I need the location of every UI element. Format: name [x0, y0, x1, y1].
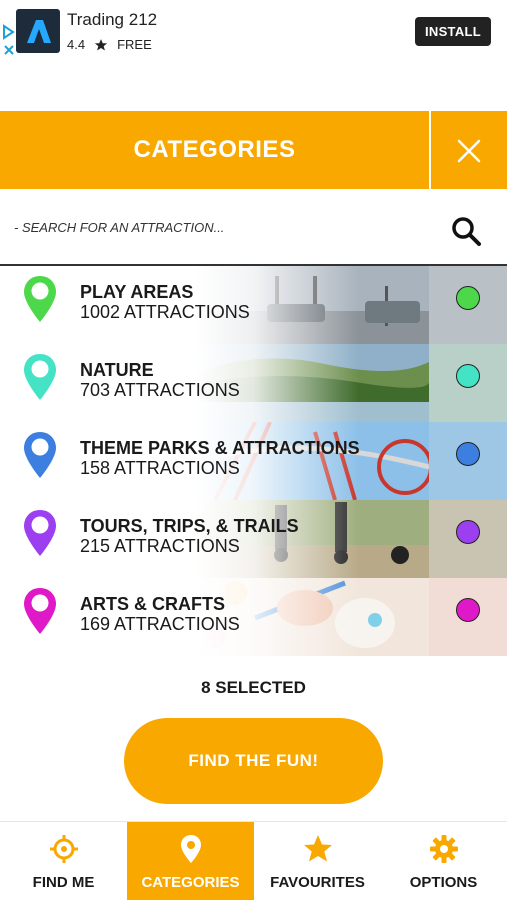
search-bar [0, 189, 507, 266]
category-count: 169 ATTRACTIONS [80, 614, 240, 634]
map-pin-icon [24, 510, 56, 556]
search-icon[interactable] [449, 214, 483, 248]
category-name: TOURS, TRIPS, & TRAILS [80, 516, 299, 536]
search-input[interactable] [14, 215, 414, 239]
trading-logo-icon [16, 9, 60, 53]
map-pin-icon [180, 835, 201, 863]
ad-rating: 4.4 [67, 37, 86, 52]
categories-header: CATEGORIES [0, 111, 507, 189]
category-name: THEME PARKS & ATTRACTIONS [80, 438, 360, 458]
nav-label: FAVOURITES [270, 874, 365, 891]
nav-favourites[interactable]: FAVOURITES [254, 822, 381, 900]
nav-label: FIND ME [32, 874, 95, 891]
ad-meta: 4.4 FREE [67, 37, 152, 52]
category-row-arts[interactable]: ARTS & CRAFTS 169 ATTRACTIONS [0, 578, 507, 656]
page-title: CATEGORIES [133, 136, 296, 163]
nav-options[interactable]: OPTIONS [380, 822, 507, 900]
find-the-fun-button[interactable]: FIND THE FUN! [124, 718, 383, 804]
category-name: NATURE [80, 360, 154, 380]
close-icon [457, 139, 481, 163]
category-toggle[interactable] [456, 442, 480, 466]
install-button[interactable]: INSTALL [415, 17, 491, 46]
close-button[interactable] [431, 111, 507, 189]
category-count: 158 ATTRACTIONS [80, 458, 240, 478]
category-count: 215 ATTRACTIONS [80, 536, 240, 556]
selected-count: 8 SELECTED [201, 678, 306, 697]
star-icon [94, 38, 108, 51]
adchoices-icon[interactable] [2, 22, 16, 58]
category-count: 703 ATTRACTIONS [80, 380, 240, 400]
map-pin-icon [24, 276, 56, 322]
category-count: 1002 ATTRACTIONS [80, 302, 250, 322]
crosshair-icon [49, 835, 78, 863]
nav-find-me[interactable]: FIND ME [0, 822, 127, 900]
category-list: PLAY AREAS 1002 ATTRACTIONS NATURE 703 A… [0, 266, 507, 656]
category-row-tours[interactable]: TOURS, TRIPS, & TRAILS 215 ATTRACTIONS [0, 500, 507, 578]
nav-label: OPTIONS [409, 874, 478, 891]
ad-app-name: Trading 212 [67, 10, 158, 29]
category-name: ARTS & CRAFTS [80, 594, 225, 614]
bottom-nav: FIND ME CATEGORIES FAVOURITES OPTIONS [0, 821, 507, 900]
category-row-theme-parks[interactable]: THEME PARKS & ATTRACTIONS 158 ATTRACTION… [0, 422, 507, 500]
category-row-nature[interactable]: NATURE 703 ATTRACTIONS [0, 344, 507, 422]
category-toggle[interactable] [456, 520, 480, 544]
category-name: PLAY AREAS [80, 282, 194, 302]
star-icon [303, 835, 332, 862]
nav-label: CATEGORIES [141, 874, 240, 891]
category-toggle[interactable] [456, 598, 480, 622]
ad-banner[interactable]: Trading 212 4.4 FREE INSTALL [0, 0, 507, 62]
map-pin-icon [24, 588, 56, 634]
map-pin-icon [24, 432, 56, 478]
map-pin-icon [24, 354, 56, 400]
category-toggle[interactable] [456, 364, 480, 388]
gear-icon [429, 835, 458, 863]
category-row-play-areas[interactable]: PLAY AREAS 1002 ATTRACTIONS [0, 266, 507, 344]
nav-categories[interactable]: CATEGORIES [127, 822, 254, 900]
category-toggle[interactable] [456, 286, 480, 310]
ad-price: FREE [117, 37, 152, 52]
